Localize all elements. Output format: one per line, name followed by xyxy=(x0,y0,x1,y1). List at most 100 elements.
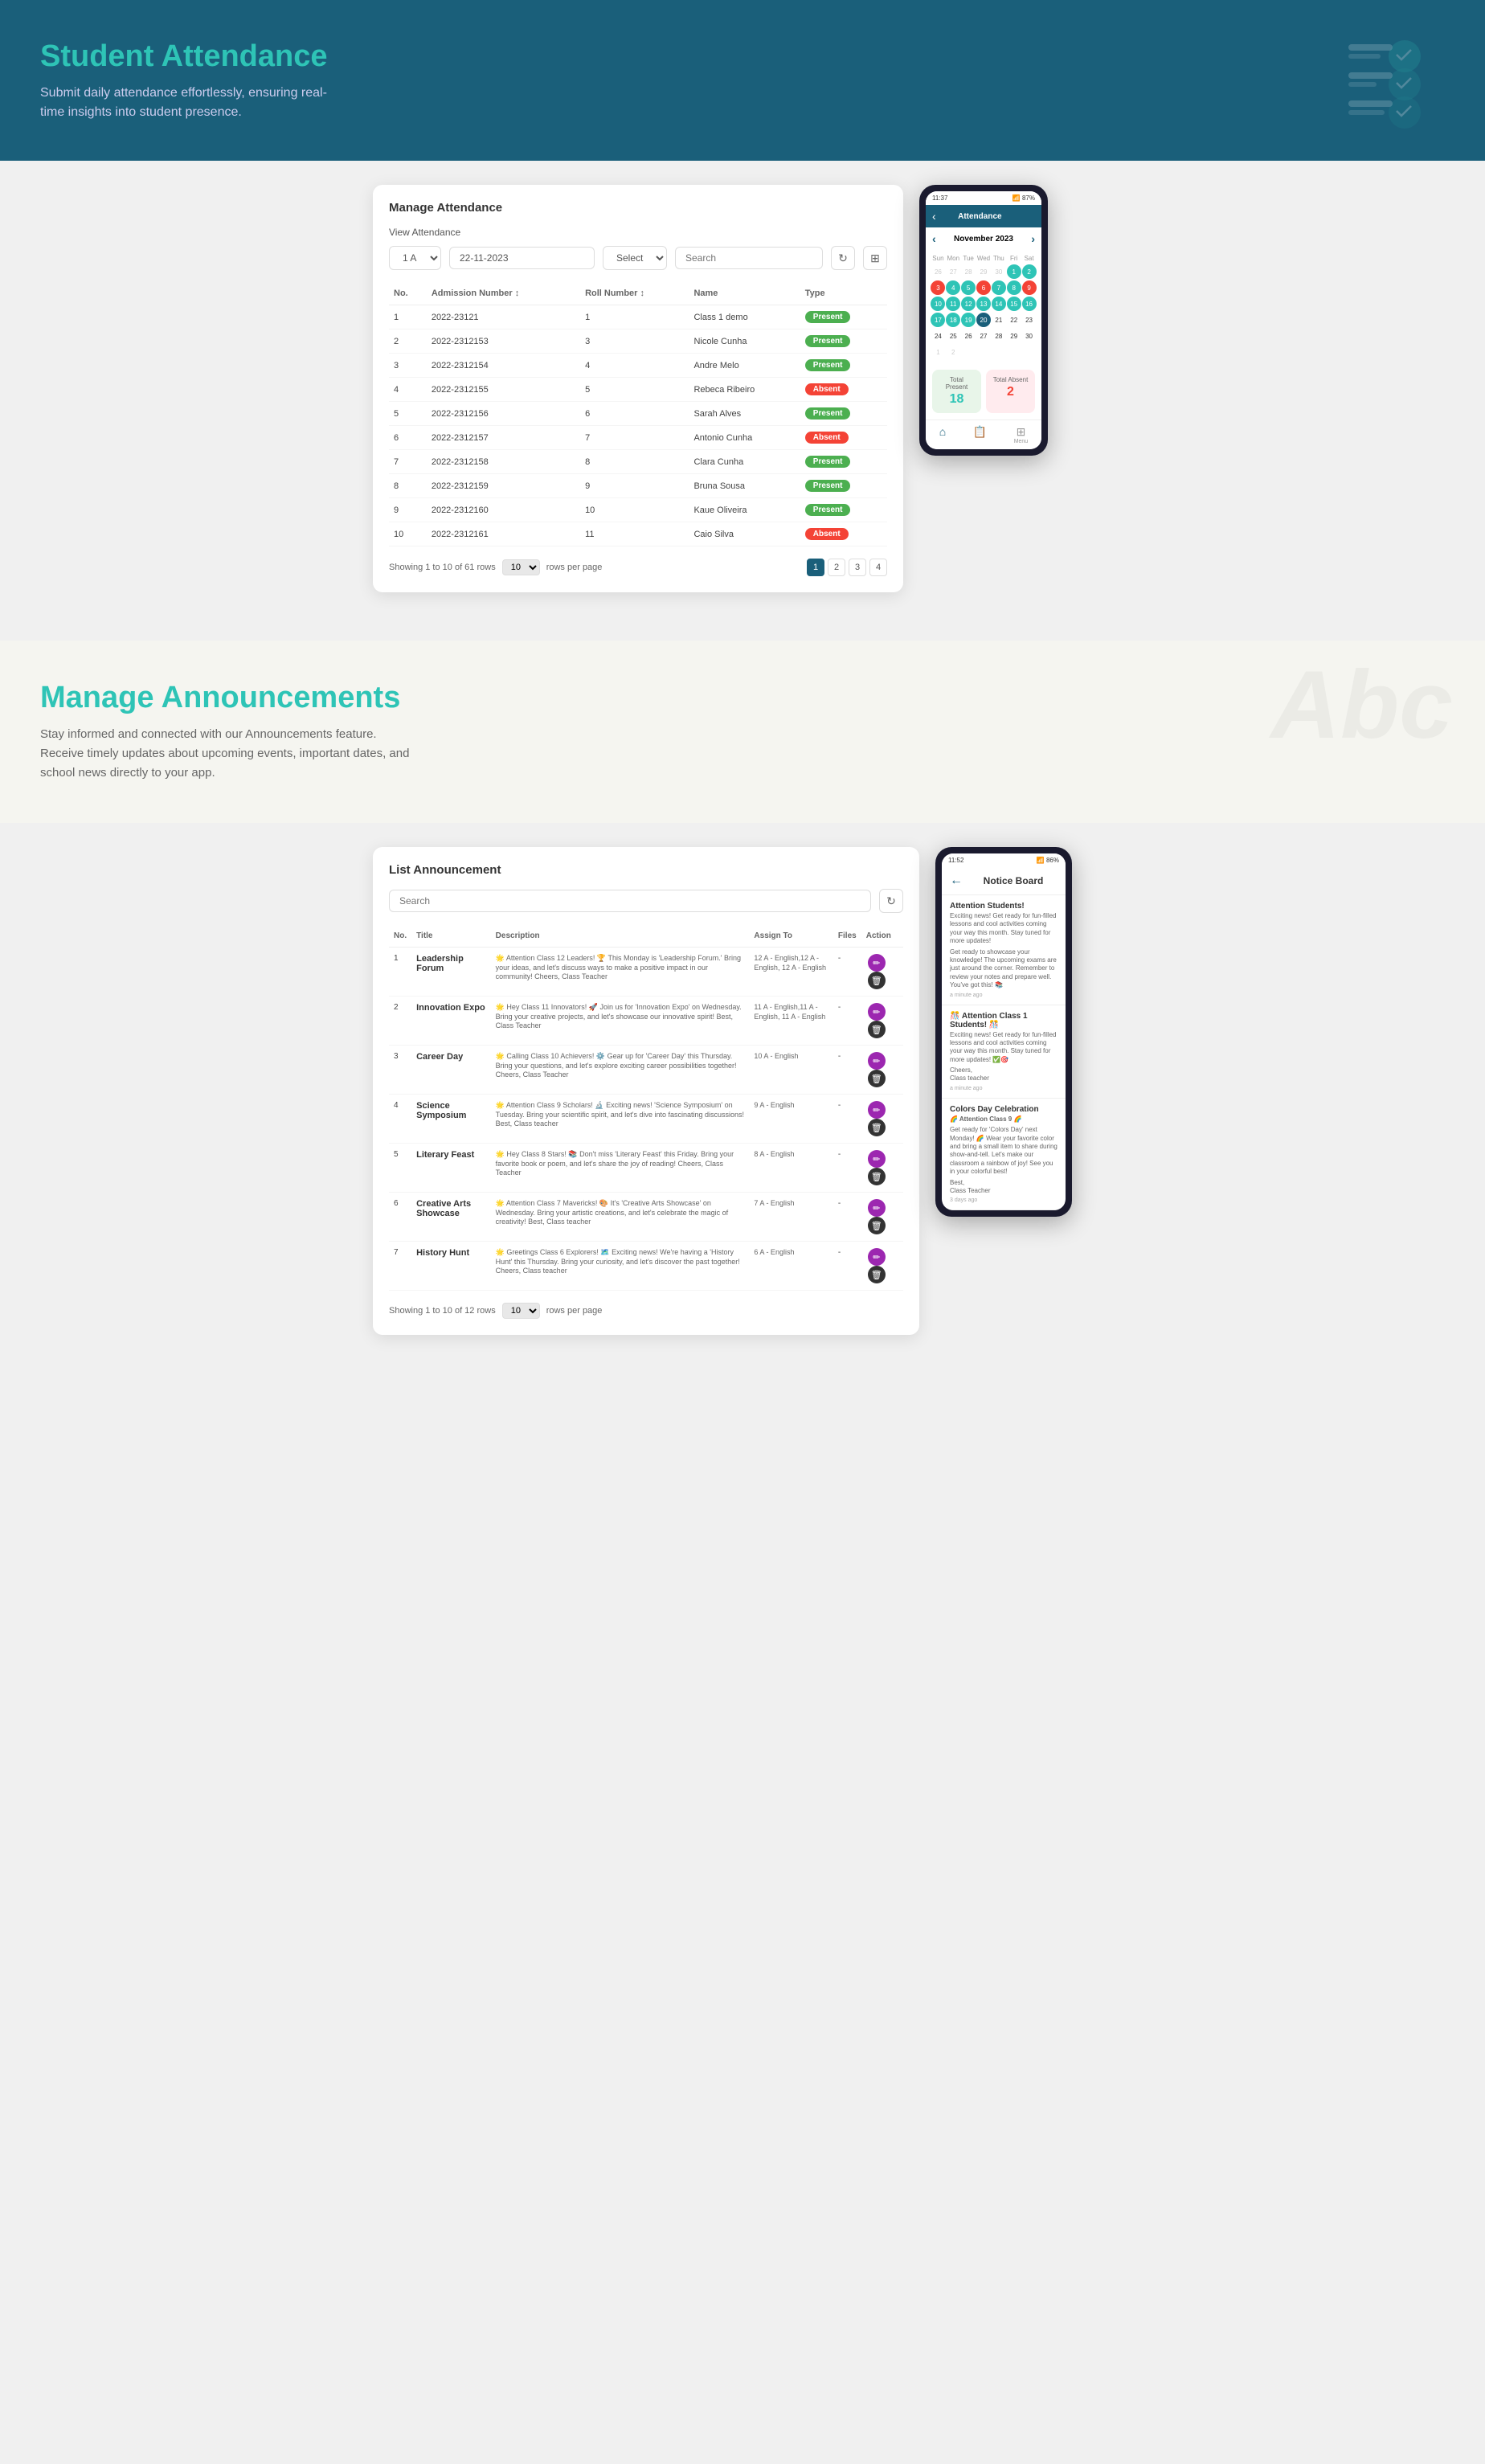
next-month-button[interactable]: › xyxy=(1031,232,1035,245)
edit-announcement-button[interactable]: ✏ xyxy=(868,1003,886,1021)
col-no: No. xyxy=(389,282,427,305)
mobile-status-bar: 11:37 📶 87% xyxy=(926,191,1041,205)
cell-no: 1 xyxy=(389,305,427,329)
edit-announcement-button[interactable]: ✏ xyxy=(868,954,886,972)
cal-day-today: 20 xyxy=(976,313,991,327)
edit-announcement-button[interactable]: ✏ xyxy=(868,1052,886,1070)
cell-admission: 2022-2312155 xyxy=(427,378,580,402)
cal-day: 1 xyxy=(1007,264,1021,279)
book-nav[interactable]: 📋 xyxy=(973,425,987,444)
cal-day: 8 xyxy=(1007,280,1021,295)
page-1-button[interactable]: 1 xyxy=(807,559,824,576)
announcements-desktop-panel: List Announcement ↻ No. Title Descriptio… xyxy=(373,847,919,1335)
home-nav[interactable]: ⌂ xyxy=(939,425,946,444)
cell-roll: 1 xyxy=(580,305,689,329)
calendar-month: November 2023 xyxy=(954,235,1013,244)
section-gap-1 xyxy=(0,616,1485,641)
rows-per-page-select[interactable]: 10 xyxy=(502,559,540,575)
announcement-table-row: 3 Career Day 🌟 Calling Class 10 Achiever… xyxy=(389,1046,903,1095)
refresh-button[interactable]: ↻ xyxy=(831,246,855,270)
announcements-hero-section: Manage Announcements Stay informed and c… xyxy=(0,641,1485,823)
attendance-stats: Total Present 18 Total Absent 2 xyxy=(926,363,1041,420)
ann-cell-no: 1 xyxy=(389,948,411,997)
cell-admission: 2022-2312157 xyxy=(427,426,580,450)
cal-day: 3 xyxy=(931,280,945,295)
cal-day: 6 xyxy=(976,280,991,295)
delete-announcement-button[interactable]: 🗑 xyxy=(868,1119,886,1136)
notice-back-button[interactable]: ← xyxy=(950,874,963,888)
ann-cell-action: ✏ 🗑 xyxy=(861,1144,903,1193)
delete-announcement-button[interactable]: 🗑 xyxy=(868,972,886,989)
delete-announcement-button[interactable]: 🗑 xyxy=(868,1168,886,1185)
select-filter[interactable]: Select xyxy=(603,246,667,270)
edit-announcement-button[interactable]: ✏ xyxy=(868,1248,886,1266)
ann-rows-per-page-select[interactable]: 10 xyxy=(502,1303,540,1319)
delete-announcement-button[interactable]: 🗑 xyxy=(868,1070,886,1087)
cell-name: Nicole Cunha xyxy=(689,329,800,354)
ann-cell-no: 6 xyxy=(389,1193,411,1242)
grid-view-button[interactable]: ⊞ xyxy=(863,246,887,270)
announcements-pagination: Showing 1 to 10 of 12 rows 10 rows per p… xyxy=(389,1303,903,1319)
ann-col-description: Description xyxy=(491,925,750,948)
ann-cell-assign: 6 A - English xyxy=(749,1242,833,1291)
cal-day: 12 xyxy=(961,297,976,311)
announcements-search-input[interactable] xyxy=(389,890,871,912)
page-3-button[interactable]: 3 xyxy=(849,559,866,576)
rows-label: rows per page xyxy=(546,563,603,572)
delete-announcement-button[interactable]: 🗑 xyxy=(868,1217,886,1234)
mobile-back-button[interactable]: ‹ xyxy=(932,210,936,223)
announcement-table-row: 4 Science Symposium 🌟 Attention Class 9 … xyxy=(389,1095,903,1144)
notice-message-2: 🎊 Attention Class 1 Students! 🎊 Exciting… xyxy=(942,1005,1066,1099)
announcements-refresh-button[interactable]: ↻ xyxy=(879,889,903,913)
mobile-attendance-screen: 11:37 📶 87% ‹ Attendance ‹ November 2023… xyxy=(926,191,1041,449)
ann-cell-action: ✏ 🗑 xyxy=(861,997,903,1046)
attendance-badge: Present xyxy=(805,504,851,516)
cell-admission: 2022-2312159 xyxy=(427,474,580,498)
cal-day: 14 xyxy=(992,297,1006,311)
cell-roll: 11 xyxy=(580,522,689,546)
search-input[interactable] xyxy=(675,247,823,269)
notice-status-time: 11:52 xyxy=(948,857,963,864)
ann-cell-action: ✏ 🗑 xyxy=(861,1046,903,1095)
cell-type: Present xyxy=(800,305,887,329)
page-buttons: 1 2 3 4 xyxy=(807,559,887,576)
total-present-value: 18 xyxy=(939,392,975,407)
date-filter[interactable] xyxy=(449,247,595,269)
notice-body-3: Get ready for 'Colors Day' next Monday! … xyxy=(950,1126,1058,1176)
edit-announcement-button[interactable]: ✏ xyxy=(868,1150,886,1168)
cell-type: Absent xyxy=(800,522,887,546)
page-4-button[interactable]: 4 xyxy=(869,559,887,576)
prev-month-button[interactable]: ‹ xyxy=(932,232,936,245)
attendance-hero-title: Student Attendance xyxy=(40,39,346,74)
calendar-day-headers: Sun Mon Tue Wed Thu Fri Sat xyxy=(931,253,1037,264)
cell-type: Absent xyxy=(800,378,887,402)
cal-day: 29 xyxy=(1007,329,1021,343)
ann-cell-description: 🌟 Attention Class 9 Scholars! 🔬 Exciting… xyxy=(491,1095,750,1144)
notice-time-2: a minute ago xyxy=(950,1086,1058,1091)
hero-bg-decoration: Abc xyxy=(1270,657,1453,753)
ann-cell-description: 🌟 Hey Class 11 Innovators! 🚀 Join us for… xyxy=(491,997,750,1046)
page-2-button[interactable]: 2 xyxy=(828,559,845,576)
cell-name: Rebeca Ribeiro xyxy=(689,378,800,402)
cell-admission: 2022-2312161 xyxy=(427,522,580,546)
delete-announcement-button[interactable]: 🗑 xyxy=(868,1266,886,1283)
status-time: 11:37 xyxy=(932,194,947,202)
attendance-table-row: 9 2022-2312160 10 Kaue Oliveira Present xyxy=(389,498,887,522)
cal-day: 30 xyxy=(1022,329,1037,343)
ann-cell-no: 5 xyxy=(389,1144,411,1193)
attendance-desktop-panel: Manage Attendance View Attendance 1 A Se… xyxy=(373,185,903,592)
attendance-badge: Present xyxy=(805,407,851,420)
class-filter[interactable]: 1 A xyxy=(389,246,441,270)
ann-cell-assign: 11 A - English,11 A - English, 11 A - En… xyxy=(749,997,833,1046)
cell-roll: 4 xyxy=(580,354,689,378)
notice-board-screen: 11:52 📶 86% ← Notice Board Attention Stu… xyxy=(942,853,1066,1210)
cell-no: 10 xyxy=(389,522,427,546)
cell-name: Sarah Alves xyxy=(689,402,800,426)
delete-announcement-button[interactable]: 🗑 xyxy=(868,1021,886,1038)
menu-nav[interactable]: ⊞ Menu xyxy=(1014,425,1029,444)
edit-announcement-button[interactable]: ✏ xyxy=(868,1199,886,1217)
notice-cheers-2: Cheers,Class teacher xyxy=(950,1066,1058,1083)
edit-announcement-button[interactable]: ✏ xyxy=(868,1101,886,1119)
cal-day: 1 xyxy=(931,345,945,359)
attendance-badge: Absent xyxy=(805,383,849,395)
